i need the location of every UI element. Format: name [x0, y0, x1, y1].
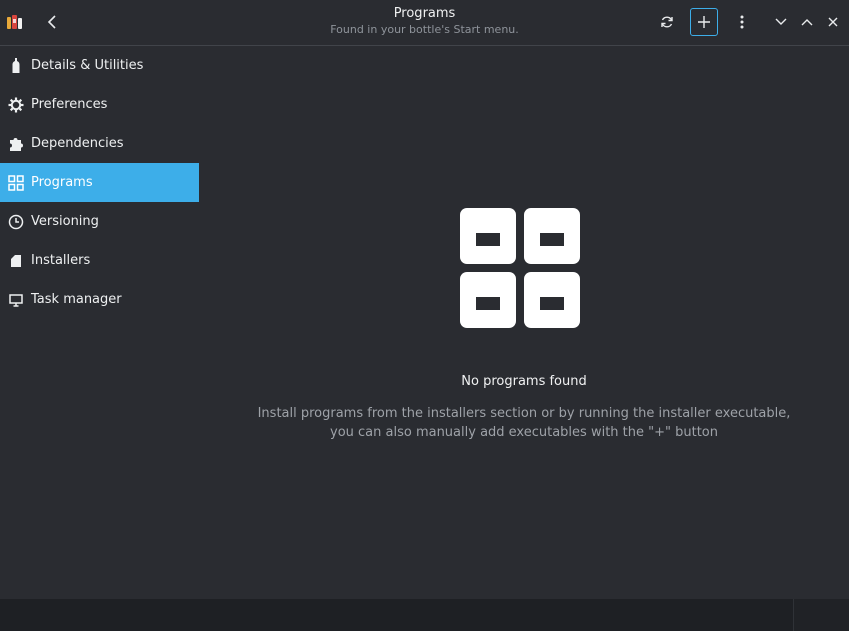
minimize-icon[interactable] [770, 11, 792, 33]
sidebar-item-installers[interactable]: Installers [0, 241, 199, 280]
close-icon[interactable] [822, 11, 844, 33]
desktop-panel [793, 599, 849, 631]
programs-content: No programs found Install programs from … [199, 46, 849, 599]
add-program-button[interactable] [690, 8, 718, 36]
sidebar-item-task-manager[interactable]: Task manager [0, 280, 199, 319]
sidebar-item-label: Versioning [31, 214, 99, 229]
empty-state-title: No programs found [461, 374, 587, 389]
package-icon [8, 253, 24, 269]
menu-kebab-icon[interactable] [731, 11, 753, 33]
empty-state-line-2: you can also manually add executables wi… [330, 425, 718, 440]
sidebar-item-label: Dependencies [31, 136, 124, 151]
desktop-background [0, 599, 849, 631]
sidebar-item-label: Preferences [31, 97, 108, 112]
back-arrow-icon[interactable] [42, 11, 64, 33]
app-window: Programs Found in your bottle's Start me… [0, 0, 849, 599]
grid-icon [8, 174, 24, 191]
page-title: Programs [393, 6, 456, 21]
sidebar-item-label: Programs [31, 175, 93, 190]
gear-icon [8, 97, 24, 113]
refresh-icon[interactable] [656, 11, 678, 33]
sidebar-item-programs[interactable]: Programs [0, 163, 199, 202]
programs-grid-icon [460, 208, 580, 328]
monitor-icon [8, 292, 24, 308]
app-logo-icon [4, 11, 26, 33]
sidebar-item-details-utilities[interactable]: Details & Utilities [0, 46, 199, 85]
add-icon [698, 16, 710, 28]
clock-icon [8, 214, 24, 230]
empty-state-description: Install programs from the installers sec… [199, 404, 849, 442]
sidebar-item-label: Task manager [31, 292, 122, 307]
title-box: Programs Found in your bottle's Start me… [0, 6, 849, 38]
sidebar-item-dependencies[interactable]: Dependencies [0, 124, 199, 163]
bottle-icon [8, 57, 24, 74]
maximize-icon[interactable] [796, 11, 818, 33]
sidebar-item-preferences[interactable]: Preferences [0, 85, 199, 124]
sidebar: Details & Utilities Preferences Dependen… [0, 46, 199, 599]
header-bar: Programs Found in your bottle's Start me… [0, 0, 849, 46]
sidebar-item-label: Installers [31, 253, 91, 268]
sidebar-item-label: Details & Utilities [31, 58, 144, 73]
puzzle-icon [8, 136, 24, 152]
page-subtitle: Found in your bottle's Start menu. [330, 23, 519, 36]
sidebar-item-versioning[interactable]: Versioning [0, 202, 199, 241]
empty-state-line-1: Install programs from the installers sec… [257, 406, 791, 421]
